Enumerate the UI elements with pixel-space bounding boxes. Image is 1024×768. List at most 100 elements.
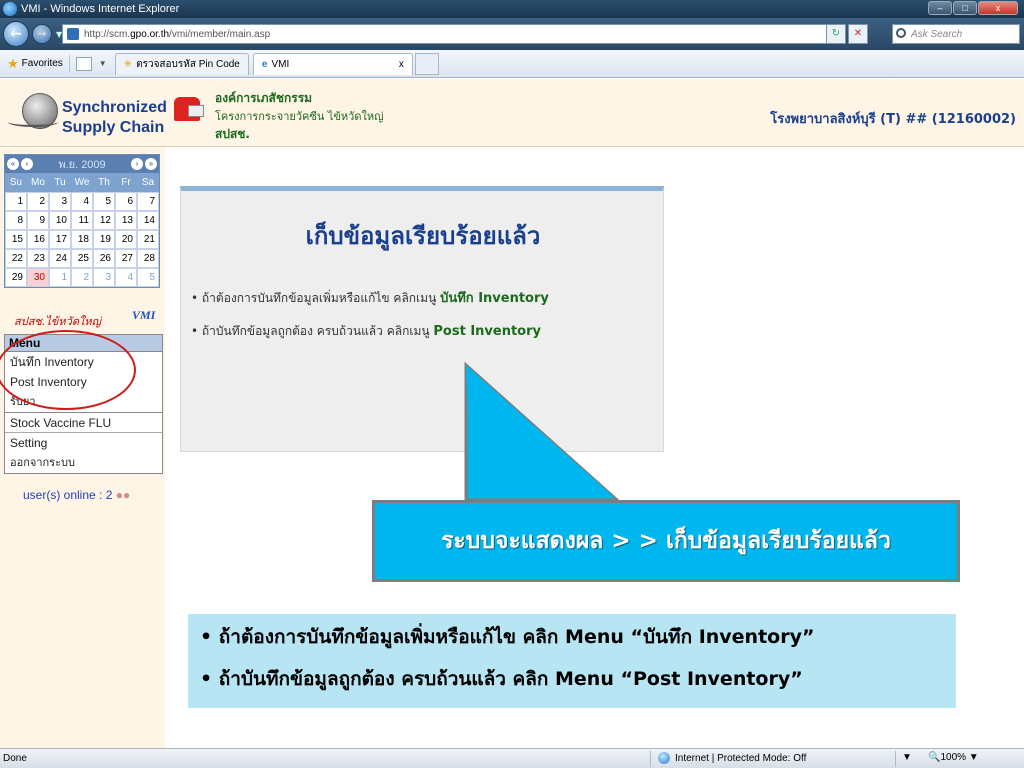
menu-item-stock-vaccine[interactable]: Stock Vaccine FLU (5, 413, 162, 433)
status-text: Done (3, 753, 27, 764)
instruction-edit-text: • ถ้าต้องการบันทึกข้อมูลเพิ่มหรือแก้ไข ค… (191, 291, 441, 305)
ie-logo-icon (3, 2, 17, 16)
calendar-day-header: Tu (49, 173, 71, 192)
favorites-star-icon[interactable]: ★ (7, 56, 19, 72)
sidebar: « ‹ พ.ย. 2009 › » Su Mo Tu We Th Fr Sa 1 2 3 4 5 6 7 8… (0, 148, 165, 748)
calendar-day[interactable]: 29 (5, 268, 27, 287)
calendar-day[interactable]: 3 (49, 192, 71, 211)
security-zone[interactable]: Internet | Protected Mode: Off (658, 752, 806, 764)
instruction-edit: • ถ้าต้องการบันทึกข้อมูลเพิ่มหรือแก้ไข ค… (191, 287, 549, 308)
calendar-day[interactable]: 22 (5, 249, 27, 268)
quick-tabs-icon[interactable] (75, 56, 92, 71)
search-input[interactable]: Ask Search (892, 24, 1020, 44)
next-month-icon[interactable]: › (131, 158, 143, 170)
calendar-day[interactable]: 3 (93, 268, 115, 287)
calendar-day[interactable]: 28 (137, 249, 159, 268)
calendar-day[interactable]: 2 (71, 268, 93, 287)
tab-pin-code[interactable]: ✳ ตรวจสอบรหัส Pin Code (114, 52, 249, 75)
calendar-day[interactable]: 16 (27, 230, 49, 249)
navigation-bar: ← → ▼ http://scm. gpo.or.th/vmi/member/ma… (0, 18, 1024, 50)
zoom-text: 100% (940, 752, 967, 763)
protected-mode-icon[interactable]: ▼ (902, 752, 912, 763)
calendar-day[interactable]: 10 (49, 211, 71, 230)
address-bar[interactable]: http://scm. gpo.or.th/vmi/member/main.asp (62, 24, 846, 44)
favorites-button[interactable]: Favorites (22, 58, 63, 69)
calendar-day[interactable]: 6 (115, 192, 137, 211)
stop-icon[interactable]: ✕ (848, 24, 868, 44)
status-bar: Done Internet | Protected Mode: Off ▼ 🔍1… (0, 748, 1024, 768)
calendar-day[interactable]: 5 (93, 192, 115, 211)
security-zone-text: Internet | Protected Mode: Off (675, 752, 807, 764)
url-path: /vmi/member/main.asp (169, 28, 271, 40)
refresh-icon[interactable]: ↻ (826, 24, 846, 44)
prev-month-icon[interactable]: ‹ (21, 158, 33, 170)
calendar-day[interactable]: 11 (71, 211, 93, 230)
post-inventory-link[interactable]: Post Inventory (433, 324, 541, 339)
new-tab-button[interactable] (414, 52, 439, 75)
instruction-post-text: • ถ้าบันทึกข้อมูลถูกต้อง ครบถ้วนแล้ว คลิ… (191, 324, 434, 338)
calendar-day[interactable]: 18 (71, 230, 93, 249)
note-line-1-text: ถ้าต้องการบันทึกข้อมูลเพิ่มหรือแก้ไข คลิ… (218, 626, 815, 648)
note-line-2-text: ถ้าบันทึกข้อมูลถูกต้อง ครบถ้วนแล้ว คลิก … (218, 668, 803, 690)
calendar-day[interactable]: 7 (137, 192, 159, 211)
window-title: VMI - Windows Internet Explorer (21, 3, 180, 15)
record-inventory-link[interactable]: บันทึก Inventory (440, 291, 549, 306)
logo-text-line2: Supply Chain (62, 119, 165, 136)
note-line-2: • ถ้าบันทึกข้อมูลถูกต้อง ครบถ้วนแล้ว คลิ… (200, 668, 803, 690)
minimize-button[interactable]: – (928, 1, 952, 15)
title-bar: VMI - Windows Internet Explorer – □ x (0, 0, 1024, 18)
calendar-day[interactable]: 24 (49, 249, 71, 268)
calendar-day[interactable]: 20 (115, 230, 137, 249)
tab-vmi[interactable]: e VMI x (252, 52, 413, 75)
prev-year-icon[interactable]: « (7, 158, 19, 170)
maximize-button[interactable]: □ (953, 1, 977, 15)
calendar-day[interactable]: 26 (93, 249, 115, 268)
calendar-day[interactable]: 4 (71, 192, 93, 211)
divider (895, 751, 896, 767)
back-button[interactable]: ← (3, 21, 29, 47)
window-controls: – □ x (928, 1, 1018, 15)
online-users-text: user(s) online : 2 (23, 488, 113, 502)
calendar-day[interactable]: 25 (71, 249, 93, 268)
close-tab-icon[interactable]: x (399, 59, 404, 70)
calendar-day[interactable]: 15 (5, 230, 27, 249)
calendar-day[interactable]: 2 (27, 192, 49, 211)
menu-item-setting[interactable]: Setting (5, 433, 162, 453)
calendar-day[interactable]: 21 (137, 230, 159, 249)
menu-group-settings: Setting ออกจากระบบ (5, 433, 162, 473)
calendar-day[interactable]: 27 (115, 249, 137, 268)
calendar-day[interactable]: 1 (5, 192, 27, 211)
ie-page-icon: e (261, 58, 268, 70)
callout-text: ระบบจะแสดงผล > > เก็บข้อมูลเรียบร้อยแล้ว (441, 528, 891, 554)
calendar-day[interactable]: 30 (27, 268, 49, 287)
tab-list-dropdown-icon[interactable]: ▼ (99, 59, 107, 68)
calendar-day[interactable]: 4 (115, 268, 137, 287)
calendar-day[interactable]: 23 (27, 249, 49, 268)
online-users: user(s) online : 2 ●● (23, 488, 130, 502)
note-line-1: • ถ้าต้องการบันทึกข้อมูลเพิ่มหรือแก้ไข ค… (200, 626, 815, 648)
calendar-header: « ‹ พ.ย. 2009 › » (5, 155, 159, 173)
calendar-day[interactable]: 1 (49, 268, 71, 287)
page-icon (67, 28, 79, 40)
calendar-day[interactable]: 8 (5, 211, 27, 230)
tab-label: ตรวจสอบรหัส Pin Code (136, 58, 240, 70)
url-prefix: http://scm. (84, 28, 131, 40)
site-icon: ✳ (123, 58, 133, 70)
logo-swoosh (8, 117, 58, 127)
close-window-button[interactable]: x (978, 1, 1018, 15)
org-abbrev: สปสช. (215, 127, 250, 141)
calendar-day[interactable]: 5 (137, 268, 159, 287)
url-host: gpo.or.th (130, 28, 170, 40)
zoom-level[interactable]: 🔍100% ▼ (928, 752, 979, 763)
calendar-day-header: Fr (115, 173, 137, 192)
menu-item-logout[interactable]: ออกจากระบบ (5, 453, 162, 473)
calendar-day[interactable]: 12 (93, 211, 115, 230)
next-year-icon[interactable]: » (145, 158, 157, 170)
calendar-day[interactable]: 19 (93, 230, 115, 249)
forward-button[interactable]: → (32, 24, 52, 44)
calendar-day[interactable]: 9 (27, 211, 49, 230)
calendar-day[interactable]: 14 (137, 211, 159, 230)
calendar-day[interactable]: 13 (115, 211, 137, 230)
calendar-day[interactable]: 17 (49, 230, 71, 249)
hospital-name: โรงพยาบาลสิงห์บุรี (T) ## (12160002) (770, 112, 1016, 127)
